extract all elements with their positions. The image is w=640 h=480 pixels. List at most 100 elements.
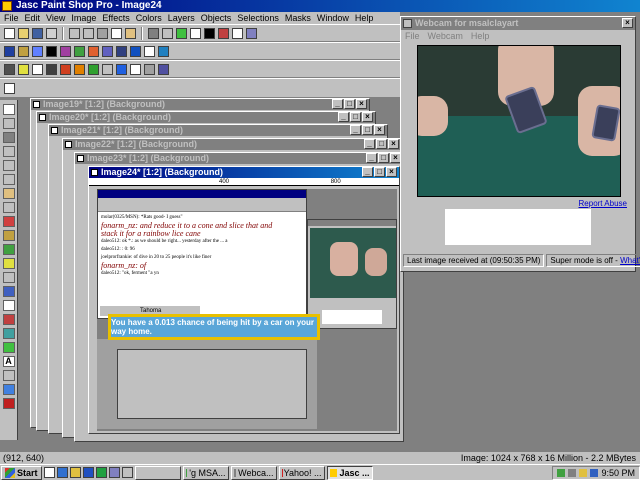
minimize-button[interactable]: _	[366, 153, 377, 163]
ie-icon[interactable]	[56, 467, 68, 478]
orange-filter-icon[interactable]	[74, 63, 85, 75]
redo-icon[interactable]	[83, 27, 94, 39]
canvas-icon[interactable]	[32, 63, 43, 75]
maximize-button[interactable]: □	[362, 125, 373, 135]
sharpen-icon[interactable]	[74, 45, 85, 57]
texture-icon[interactable]	[130, 45, 141, 57]
airbrush-icon[interactable]	[2, 328, 15, 339]
deform-icon[interactable]	[158, 63, 169, 75]
emboss-icon[interactable]	[102, 45, 113, 57]
zoom-icon[interactable]	[162, 27, 173, 39]
menu-file[interactable]: File	[4, 12, 19, 24]
deform-tool-icon[interactable]	[2, 132, 15, 143]
menu-webcam[interactable]: Webcam	[428, 30, 463, 43]
negative-icon[interactable]	[46, 45, 57, 57]
magic-wand-icon[interactable]	[2, 202, 15, 213]
scratch-remover-icon[interactable]	[2, 286, 15, 297]
excel-icon[interactable]	[95, 467, 107, 478]
text-tool-icon[interactable]: A	[2, 356, 15, 367]
image-canvas[interactable]: molar(0325/MSN): *Rats good- I guess" fo…	[97, 189, 397, 431]
close-button[interactable]: ×	[386, 167, 397, 177]
retouch-icon[interactable]	[2, 272, 15, 283]
outlook-icon[interactable]	[69, 467, 81, 478]
whats-this-link[interactable]: What's this?	[620, 256, 640, 265]
menu-effects[interactable]: Effects	[102, 12, 129, 24]
undo-icon[interactable]	[69, 27, 80, 39]
taskbar-button-blank[interactable]	[134, 465, 181, 480]
menu-view[interactable]: View	[46, 12, 65, 24]
maximize-button[interactable]: □	[378, 153, 389, 163]
crop-tool-icon[interactable]	[2, 146, 15, 157]
overview-icon[interactable]	[190, 27, 201, 39]
full-screen-icon[interactable]	[148, 27, 159, 39]
noise-icon[interactable]	[144, 63, 155, 75]
close-button[interactable]: ×	[374, 125, 385, 135]
messenger-tray-icon[interactable]	[557, 468, 566, 477]
close-button[interactable]: ×	[356, 99, 367, 109]
ad-banner[interactable]: You have a 0.013 chance of being hit by …	[108, 314, 320, 340]
move-tool-icon[interactable]	[2, 160, 15, 171]
menu-help[interactable]: Help	[471, 30, 490, 43]
red-filter-icon[interactable]	[60, 63, 71, 75]
taskbar-button-msn[interactable]: 'g MSA...	[182, 465, 229, 480]
maximize-button[interactable]: □	[376, 139, 387, 149]
pointer-tool-icon[interactable]	[2, 104, 15, 115]
save-icon[interactable]	[32, 27, 43, 39]
clone-brush-icon[interactable]	[2, 244, 15, 255]
network-tray-icon[interactable]	[568, 468, 577, 477]
close-button[interactable]: ×	[362, 112, 373, 122]
histogram-icon[interactable]	[218, 27, 229, 39]
desktop-icon[interactable]	[43, 467, 55, 478]
white-filter-icon[interactable]	[130, 63, 141, 75]
minimize-button[interactable]: _	[338, 112, 349, 122]
edge-icon[interactable]	[116, 45, 127, 57]
object-selector-icon[interactable]	[2, 398, 15, 409]
cut-icon[interactable]	[97, 27, 108, 39]
paste-icon[interactable]	[125, 27, 136, 39]
color-replacer-icon[interactable]	[2, 258, 15, 269]
minimize-button[interactable]: _	[362, 167, 373, 177]
picture-tube-icon[interactable]	[2, 314, 15, 325]
water-icon[interactable]	[158, 45, 169, 57]
maximize-button[interactable]: □	[374, 167, 385, 177]
paint-brush-icon[interactable]	[2, 230, 15, 241]
lasso-tool-icon[interactable]	[2, 188, 15, 199]
menu-help[interactable]: Help	[355, 12, 374, 24]
notepad-icon[interactable]	[108, 467, 120, 478]
menu-masks[interactable]: Masks	[285, 12, 311, 24]
document-window-image24[interactable]: Image24* [1:2] (Background) _ □ × 400 800 …	[88, 166, 400, 434]
arrow-tool-icon[interactable]	[4, 82, 15, 94]
gray-filter-icon[interactable]	[102, 63, 113, 75]
menu-edit[interactable]: Edit	[25, 12, 41, 24]
zoom-tool-icon[interactable]	[2, 118, 15, 129]
menu-selections[interactable]: Selections	[237, 12, 279, 24]
blue-filter-icon[interactable]	[116, 63, 127, 75]
menu-image[interactable]: Image	[71, 12, 96, 24]
explorer-icon[interactable]	[121, 467, 133, 478]
menu-objects[interactable]: Objects	[201, 12, 232, 24]
maximize-button[interactable]: □	[350, 112, 361, 122]
hue-icon[interactable]	[60, 45, 71, 57]
page-icon[interactable]	[144, 45, 155, 57]
tray-icon[interactable]	[590, 468, 599, 477]
selection-tool-icon[interactable]	[2, 174, 15, 185]
menu-layers[interactable]: Layers	[168, 12, 195, 24]
draw-tool-icon[interactable]	[2, 370, 15, 381]
color-balance-icon[interactable]	[32, 45, 43, 57]
layer-palette-icon[interactable]	[204, 27, 215, 39]
word-icon[interactable]	[82, 467, 94, 478]
preset-shapes-icon[interactable]	[2, 384, 15, 395]
taskbar-button-jasc[interactable]: Jasc ...	[326, 465, 373, 480]
highlight-icon[interactable]	[18, 63, 29, 75]
close-button[interactable]: ×	[388, 139, 399, 149]
grid-icon[interactable]	[4, 63, 15, 75]
minimize-button[interactable]: _	[364, 139, 375, 149]
taskbar-button-yahoo[interactable]: Yahoo! ...	[278, 465, 325, 480]
start-button[interactable]: Start	[1, 465, 42, 480]
effect-browser-icon[interactable]	[4, 45, 15, 57]
close-button[interactable]: ×	[622, 18, 633, 28]
minimize-button[interactable]: _	[332, 99, 343, 109]
print-icon[interactable]	[46, 27, 57, 39]
report-abuse-link[interactable]: Report Abuse	[579, 199, 627, 208]
flood-fill-icon[interactable]	[2, 342, 15, 353]
